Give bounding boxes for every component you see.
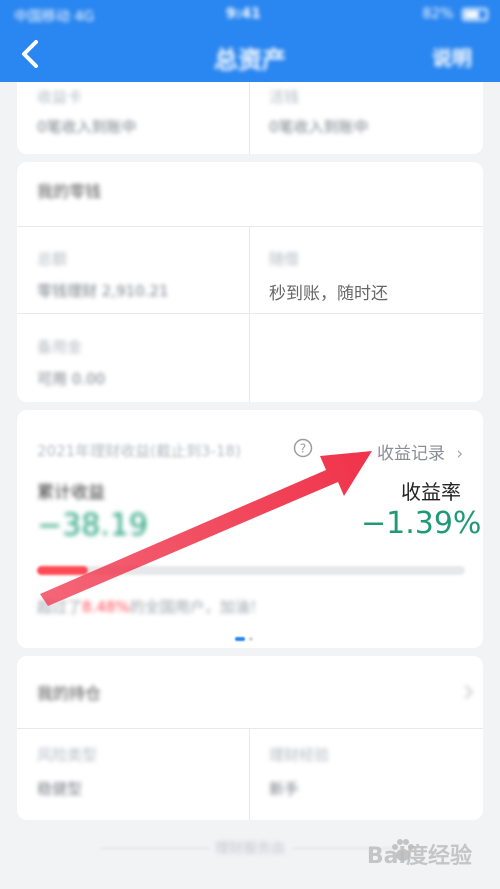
header-action-button[interactable]: 说明 — [432, 42, 472, 71]
rank-progress-fill — [37, 566, 89, 575]
cell-label: 风险类型 — [37, 746, 98, 764]
watermark: Bai度经验 — [366, 844, 472, 869]
rank-prefix: 超过了 — [37, 598, 83, 616]
chevron-right-icon — [458, 684, 474, 700]
status-time: 9:41 — [226, 6, 261, 22]
battery-indicator: 82% — [422, 6, 488, 22]
pager-dots — [235, 626, 257, 645]
rank-progress-bar — [37, 566, 465, 575]
status-bar: 中国移动 4G 9:41 82% — [0, 0, 500, 30]
rate-value: −1.39% — [361, 506, 482, 541]
battery-icon — [462, 7, 488, 21]
svg-text:?: ? — [300, 442, 306, 456]
cell-value: 0笔收入到账中 — [269, 118, 369, 136]
cell-value: 0笔收入到账中 — [37, 118, 137, 136]
earnings-card: 2021年理财收益(截止到3-18) ? 收益记录 › 累计收益 收益率 −38… — [17, 410, 483, 648]
pager-dot-active — [235, 637, 245, 641]
record-link-label: 收益记录 — [377, 444, 445, 464]
cell-value: 可用 0.00 — [37, 370, 106, 388]
cell-label: 总额 — [37, 250, 68, 268]
earnings-title: 2021年理财收益(截止到3-18) — [37, 442, 241, 460]
carrier-label: 中国移动 4G — [14, 9, 95, 25]
app-header: 中国移动 4G 9:41 82% 总资产 说明 — [0, 0, 500, 82]
chevron-right-icon: › — [456, 444, 464, 464]
cell-value: 零钱理财 2,910.21 — [37, 282, 169, 300]
battery-percent: 82% — [422, 6, 454, 22]
balance-card: 我的零钱 总额 零钱理财 2,910.21 随借 秒到账，随时还 备用金 可用 … — [17, 162, 483, 402]
cell-label: 收益卡 — [37, 88, 83, 106]
page-title: 总资产 — [214, 46, 286, 74]
cell-value: 稳健型 — [37, 780, 83, 798]
cell-label: 理财经验 — [269, 746, 330, 764]
earnings-record-link[interactable]: 收益记录 › — [377, 439, 463, 464]
pager-dot — [249, 637, 253, 641]
rank-highlight: 8.48% — [82, 598, 130, 616]
rank-suffix: 的全国用户，加油！ — [129, 598, 265, 616]
cell-label: 随借 — [269, 250, 300, 268]
rank-text: 超过了8.48%的全国用户，加油！ — [37, 596, 265, 617]
cumulative-value: −38.19 — [37, 508, 149, 543]
account-card: 收益卡 0笔收入到账中 活钱 0笔收入到账中 — [17, 82, 483, 154]
cell-value: 秒到账，随时还 — [269, 284, 388, 304]
balance-card-title: 我的零钱 — [37, 182, 102, 201]
rate-label: 收益率 — [401, 480, 461, 504]
cell-label: 活钱 — [269, 88, 300, 106]
cell-label: 备用金 — [37, 338, 83, 356]
cell-value: 新手 — [269, 780, 300, 798]
position-card: 我的持仓 风险类型 稳健型 理财经验 新手 — [17, 656, 483, 820]
cumulative-label: 累计收益 — [37, 483, 105, 503]
position-card-title: 我的持仓 — [37, 684, 102, 703]
question-icon[interactable]: ? — [293, 438, 313, 458]
